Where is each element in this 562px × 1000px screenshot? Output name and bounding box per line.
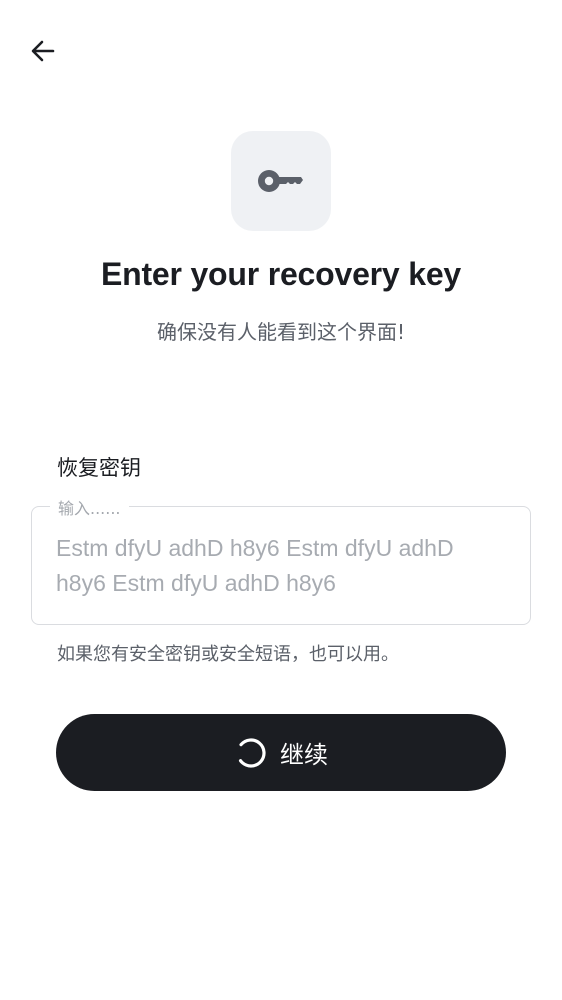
key-icon-tile	[231, 131, 331, 231]
recovery-key-value[interactable]: Estm dfyU adhD h8y6 Estm dfyU adhD h8y6 …	[56, 531, 506, 601]
back-button[interactable]	[24, 32, 62, 70]
page-subtitle: 确保没有人能看到这个界面!	[156, 320, 406, 344]
continue-button[interactable]: 继续	[56, 714, 506, 791]
recovery-key-label: 恢复密钥	[57, 456, 141, 480]
helper-text: 如果您有安全密钥或安全短语，也可以用。	[57, 644, 399, 665]
arrow-left-icon	[31, 40, 55, 62]
continue-button-label: 继续	[280, 741, 328, 769]
key-icon	[258, 170, 303, 192]
page-title: Enter your recovery key	[100, 256, 462, 292]
recovery-key-screen: Enter your recovery key 确保没有人能看到这个界面! 恢复…	[0, 0, 562, 1000]
input-legend: 输入......	[50, 495, 129, 519]
loading-spinner-icon	[236, 737, 266, 768]
recovery-key-input[interactable]: 输入...... Estm dfyU adhD h8y6 Estm dfyU a…	[31, 495, 531, 625]
